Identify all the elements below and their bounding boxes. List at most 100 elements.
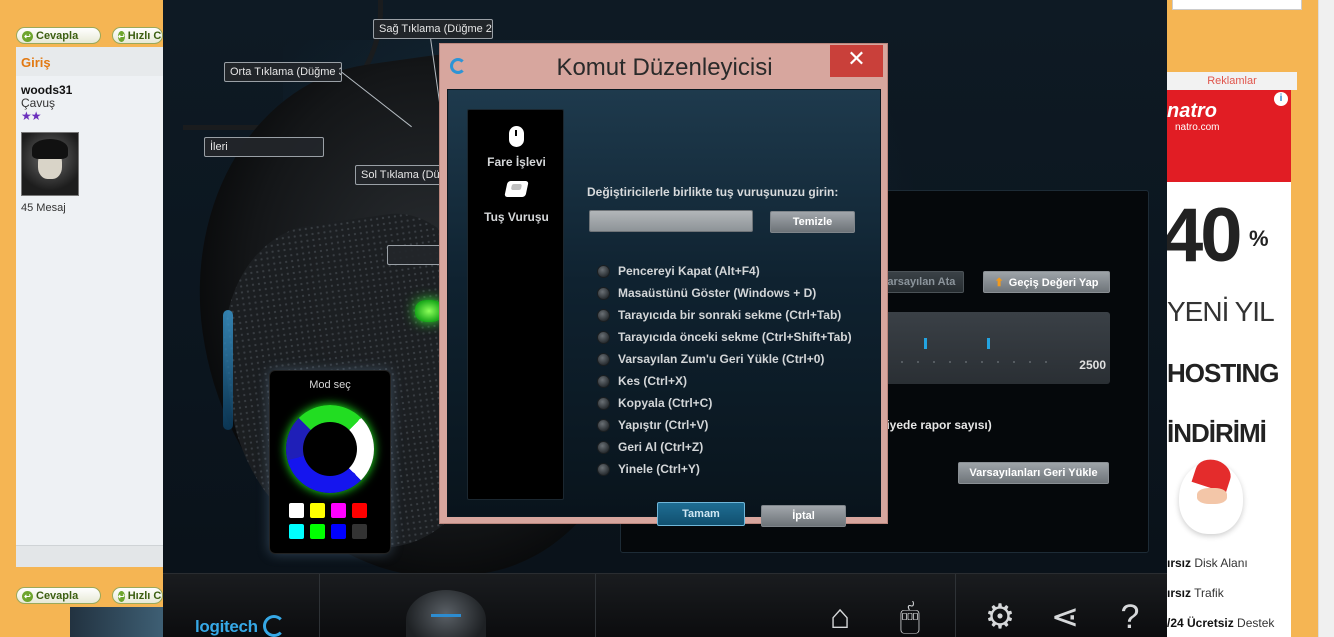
preset-option[interactable]: Yapıştır (Ctrl+V) bbox=[597, 416, 708, 434]
help-icon[interactable]: ? bbox=[1108, 600, 1152, 634]
dialog-body: Fare İşlevi Tuş Vuruşu Değiştiricilerle … bbox=[447, 89, 881, 527]
nav-mouse-function[interactable]: Fare İşlevi bbox=[468, 155, 565, 169]
avatar[interactable] bbox=[21, 132, 79, 196]
callout-forward[interactable]: İleri bbox=[204, 137, 324, 157]
ads-label: Reklamlar bbox=[1167, 72, 1297, 90]
ad-perk-traffic-text: Trafik bbox=[1191, 586, 1224, 600]
device-mouse-icon[interactable] bbox=[406, 590, 486, 637]
post-user-panel: Giriş woods31 Çavuş ★★ 45 Mesaj bbox=[16, 47, 163, 567]
color-swatch[interactable] bbox=[352, 503, 367, 518]
color-swatch[interactable] bbox=[310, 503, 325, 518]
radio-button[interactable] bbox=[597, 330, 610, 344]
callout-middle-click[interactable]: Orta Tıklama (Düğme 3) bbox=[224, 62, 342, 82]
radio-button[interactable] bbox=[597, 440, 610, 454]
cancel-button[interactable]: İptal bbox=[761, 505, 846, 527]
post-section-title: Giriş bbox=[16, 47, 163, 76]
color-swatch[interactable] bbox=[352, 524, 367, 539]
dpi-max-value: 2500 bbox=[1079, 358, 1106, 372]
santa-face bbox=[1197, 488, 1227, 504]
dpi-slider[interactable]: 2500 bbox=[858, 312, 1110, 384]
taskbar-divider bbox=[595, 574, 596, 637]
radio-button[interactable] bbox=[597, 374, 610, 388]
preset-option-label: Yinele (Ctrl+Y) bbox=[618, 462, 700, 476]
color-swatch[interactable] bbox=[289, 503, 304, 518]
radio-button[interactable] bbox=[597, 264, 610, 278]
mouse-icon[interactable] bbox=[509, 126, 524, 147]
reply-icon: ↩ bbox=[22, 590, 33, 602]
color-swatch[interactable] bbox=[331, 503, 346, 518]
dialog-titlebar[interactable]: Komut Düzenleyicisi ✕ bbox=[440, 44, 889, 89]
preset-option[interactable]: Kes (Ctrl+X) bbox=[597, 372, 687, 390]
quick-reply-icon: ↩ bbox=[118, 30, 125, 42]
ad-perk-disk-bold: ırsız bbox=[1167, 556, 1192, 570]
restore-defaults-button[interactable]: Varsayılanları Geri Yükle bbox=[958, 462, 1109, 484]
keystroke-icon[interactable] bbox=[504, 181, 529, 197]
preset-option-label: Pencereyi Kapat (Alt+F4) bbox=[618, 264, 760, 278]
callout-right-click[interactable]: Sağ Tıklama (Düğme 2) bbox=[373, 19, 493, 39]
radio-button[interactable] bbox=[597, 462, 610, 476]
mode-select-title: Mod seç bbox=[309, 379, 351, 391]
ok-button[interactable]: Tamam bbox=[657, 502, 745, 526]
preset-option[interactable]: Tarayıcıda bir sonraki sekme (Ctrl+Tab) bbox=[597, 306, 841, 324]
preset-option[interactable]: Pencereyi Kapat (Alt+F4) bbox=[597, 262, 760, 280]
close-button[interactable]: ✕ bbox=[830, 45, 883, 77]
ad-info-icon[interactable]: i bbox=[1274, 92, 1288, 106]
quick-reply-button-bottom[interactable]: ↩ Hızlı C bbox=[112, 587, 163, 604]
username[interactable]: woods31 bbox=[21, 83, 72, 97]
mode-color-wheel[interactable] bbox=[286, 405, 374, 493]
keystroke-prompt: Değiştiricilerle birlikte tuş vuruşunuzu… bbox=[587, 185, 839, 199]
ad-perk-disk: ırsız Disk Alanı bbox=[1167, 556, 1248, 570]
forum-left-column: ↩ Cevapla ↩ Hızlı C Giriş woods31 Çavuş … bbox=[0, 0, 163, 637]
callout-left-click[interactable]: Sol Tıklama (Düğ bbox=[355, 165, 443, 185]
color-swatch[interactable] bbox=[289, 524, 304, 539]
preset-option[interactable]: Kopyala (Ctrl+C) bbox=[597, 394, 712, 412]
ad-header: natro natro.com i bbox=[1167, 90, 1291, 182]
preset-option[interactable]: Tarayıcıda önceki sekme (Ctrl+Shift+Tab) bbox=[597, 328, 852, 346]
quick-reply-button[interactable]: ↩ Hızlı C bbox=[112, 27, 163, 44]
preset-option[interactable]: Geri Al (Ctrl+Z) bbox=[597, 438, 703, 456]
ad-brand-url: natro.com bbox=[1175, 122, 1220, 133]
ad-perk-support: /24 Ücretsiz Destek bbox=[1167, 616, 1274, 630]
preset-option[interactable]: Varsayılan Zum'u Geri Yükle (Ctrl+0) bbox=[597, 350, 824, 368]
page-scrollbar[interactable] bbox=[1318, 0, 1334, 637]
dpi-level-marker[interactable] bbox=[924, 338, 927, 349]
radio-button[interactable] bbox=[597, 286, 610, 300]
command-type-nav: Fare İşlevi Tuş Vuruşu bbox=[467, 109, 564, 500]
ad-perk-traffic-bold: ırsız bbox=[1167, 586, 1192, 600]
share-icon[interactable]: ⋖ bbox=[1043, 600, 1087, 634]
dpi-level-marker[interactable] bbox=[987, 338, 990, 349]
preset-option[interactable]: Yinele (Ctrl+Y) bbox=[597, 460, 700, 478]
gear-icon[interactable]: ⚙ bbox=[978, 600, 1022, 634]
ad-perk-support-text: Destek bbox=[1233, 616, 1275, 630]
shift-value-button[interactable]: ⬆ Geçiş Değeri Yap bbox=[983, 271, 1110, 293]
top-search-field[interactable] bbox=[1172, 0, 1302, 10]
pointer-settings-icon[interactable]: 🖱 bbox=[883, 600, 937, 634]
color-swatch[interactable] bbox=[331, 524, 346, 539]
user-rank: Çavuş bbox=[21, 96, 56, 110]
clear-button[interactable]: Temizle bbox=[770, 211, 855, 233]
logitech-logo: logitech bbox=[195, 617, 258, 636]
ad-brand-logo: natro bbox=[1167, 100, 1217, 122]
nav-keystroke[interactable]: Tuş Vuruşu bbox=[468, 210, 565, 224]
quick-reply-label: Hızlı C bbox=[127, 590, 162, 602]
quick-reply-label: Hızlı C bbox=[127, 30, 162, 42]
radio-button[interactable] bbox=[597, 396, 610, 410]
home-icon[interactable]: ⌂ bbox=[815, 600, 865, 634]
reply-button-bottom[interactable]: ↩ Cevapla bbox=[16, 587, 101, 604]
ad-discount-number: 40 bbox=[1167, 193, 1243, 278]
radio-button[interactable] bbox=[597, 308, 610, 322]
logitech-g-icon bbox=[263, 615, 285, 637]
preset-option[interactable]: Masaüstünü Göster (Windows + D) bbox=[597, 284, 816, 302]
color-swatch[interactable] bbox=[310, 524, 325, 539]
mouse-led-strip bbox=[223, 310, 233, 430]
dpi-scale-dots bbox=[878, 360, 1048, 364]
radio-button[interactable] bbox=[597, 352, 610, 366]
reply-label: Cevapla bbox=[36, 30, 79, 42]
dialog-title: Komut Düzenleyicisi bbox=[556, 54, 773, 81]
reply-icon: ↩ bbox=[22, 30, 33, 42]
reply-button[interactable]: ↩ Cevapla bbox=[16, 27, 101, 44]
radio-button[interactable] bbox=[597, 418, 610, 432]
advertisement-banner[interactable]: natro natro.com i 40 % YENİ YIL HOSTING … bbox=[1167, 90, 1291, 637]
keystroke-input[interactable] bbox=[589, 210, 753, 232]
callout-hidden-button[interactable] bbox=[387, 245, 443, 265]
